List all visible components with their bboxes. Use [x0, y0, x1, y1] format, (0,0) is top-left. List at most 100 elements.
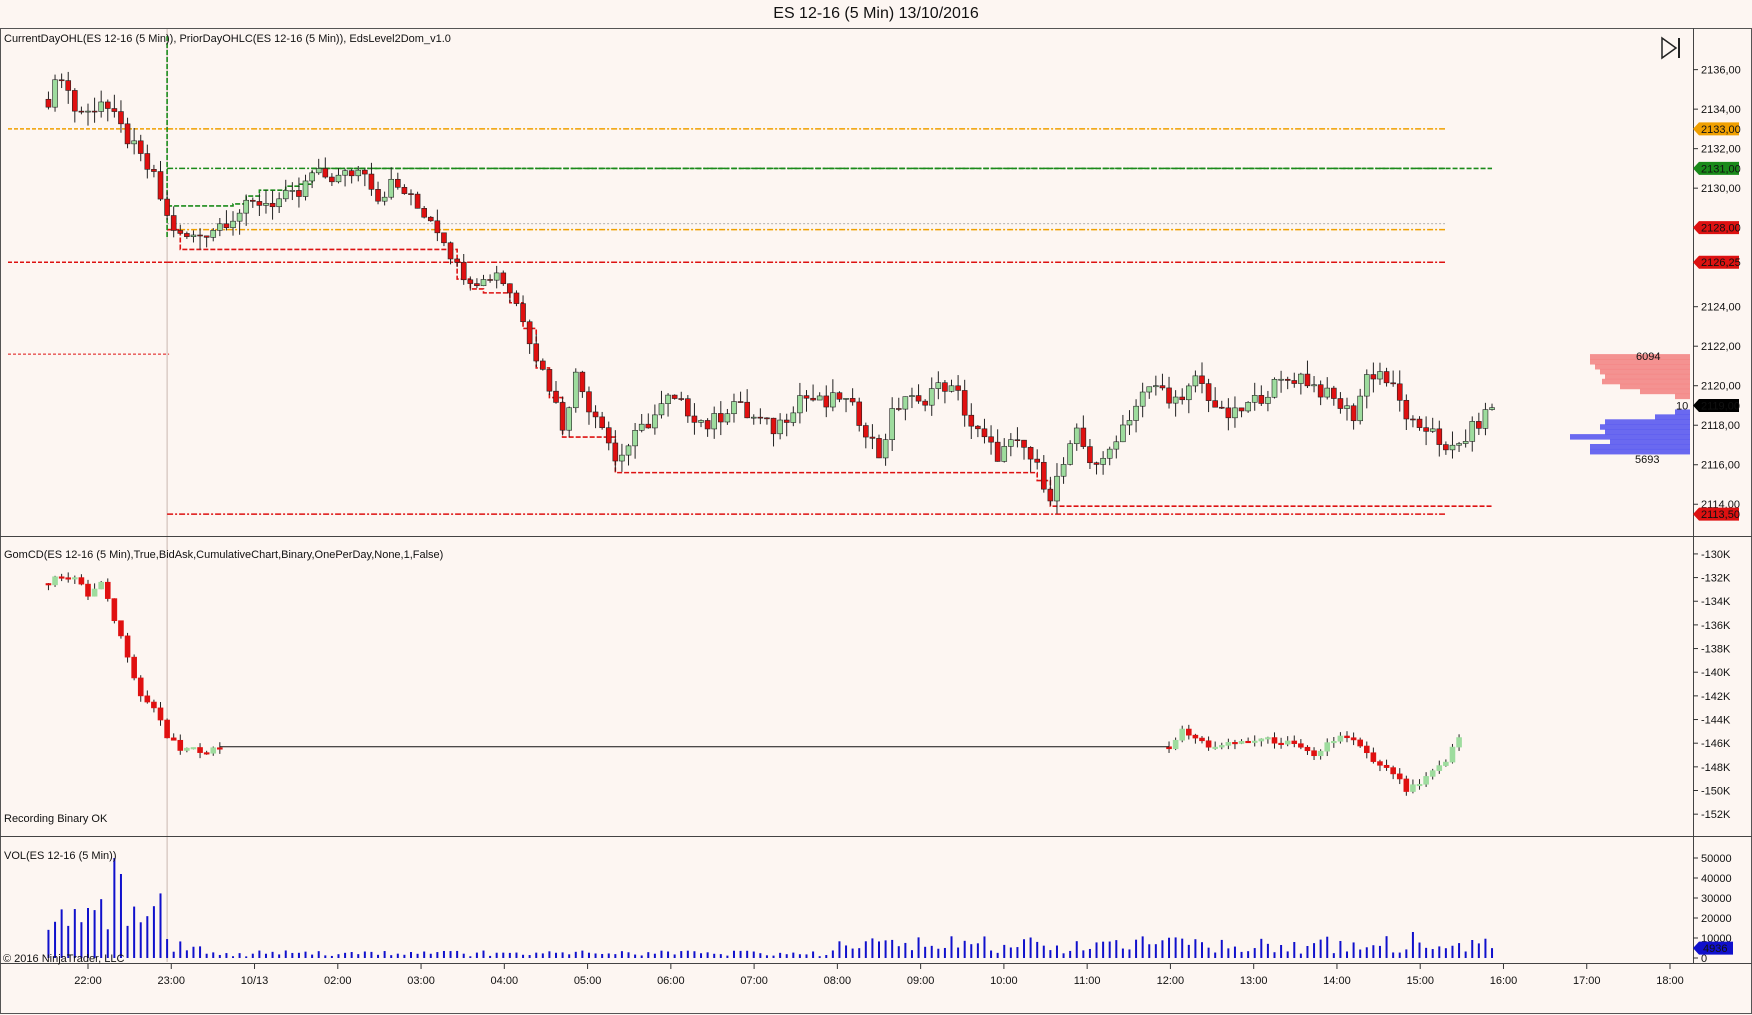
volume-bar [1332, 953, 1335, 958]
price-candle [348, 170, 355, 177]
volume-bar [1135, 939, 1138, 958]
price-candle [770, 417, 777, 435]
volume-bar [653, 953, 656, 958]
price-candle [553, 390, 559, 403]
cd-tick-label: -152K [1701, 809, 1731, 821]
cd-candle [1291, 740, 1298, 744]
price-candle [1034, 458, 1040, 463]
price-candle [322, 168, 329, 178]
volume-bar [620, 951, 623, 958]
x-tick-label: 02:00 [324, 975, 352, 987]
volume-bar [1233, 946, 1236, 958]
cd-candle [177, 739, 184, 751]
price-candle [863, 425, 869, 438]
price-candle [559, 402, 566, 431]
volume-bar [1227, 948, 1230, 958]
cd-candle [1357, 739, 1363, 747]
volume-bar [436, 952, 439, 958]
cd-candle [170, 737, 177, 741]
cd-candle [184, 747, 190, 751]
volume-bar [1444, 948, 1447, 958]
volume-bar [489, 955, 492, 958]
price-candle [58, 79, 65, 82]
price-candle [1008, 439, 1014, 447]
volume-bar [917, 937, 920, 958]
volume-bar [1036, 941, 1039, 958]
volume-bar [680, 951, 683, 958]
volume-bar [166, 939, 169, 958]
price-candle [1456, 443, 1462, 446]
cd-candle [111, 598, 118, 622]
cd-candle [58, 576, 65, 579]
volume-bar [732, 950, 735, 958]
cumulative-delta-candles [45, 572, 1462, 796]
chart-canvas[interactable]: 6094 5693 10 22:00 23:00 10/13 02:00 03:00 04:0… [0, 0, 1752, 1015]
volume-bar [1082, 950, 1085, 958]
cd-tick-label: -140K [1701, 667, 1731, 679]
price-candle [441, 232, 447, 244]
volume-bar [976, 943, 979, 958]
price-candle [1476, 421, 1482, 429]
price-candle [678, 398, 685, 400]
price-candle [816, 395, 823, 401]
cd-candle [78, 577, 85, 585]
price-candle [869, 436, 876, 439]
cd-candle [1212, 746, 1218, 749]
dom-bid-bar [1605, 429, 1690, 435]
volume-bar [1062, 953, 1065, 958]
price-candle [197, 234, 203, 237]
price-candle [1166, 387, 1172, 404]
cd-candle [85, 583, 91, 597]
volume-bar [568, 954, 571, 958]
volume-bar [1372, 945, 1375, 958]
price-candle [289, 190, 296, 192]
vol-tick-label: 40000 [1701, 873, 1732, 885]
price-candle [1232, 407, 1238, 419]
price-candle [164, 198, 170, 216]
volume-bar [878, 941, 880, 958]
price-candle [217, 223, 223, 231]
cd-candle [1443, 761, 1449, 766]
price-candle [329, 176, 335, 183]
volume-bar [647, 952, 650, 958]
price-candle [566, 407, 572, 431]
price-candle [685, 398, 691, 417]
price-candle [421, 208, 427, 218]
cd-candle [1284, 740, 1291, 745]
volume-bar [390, 955, 393, 958]
volume-bar [937, 948, 940, 958]
volume-bar [871, 938, 874, 958]
cd-candle [1377, 761, 1383, 766]
volume-bar [858, 948, 861, 958]
price-candle [395, 178, 401, 188]
price-candle [803, 395, 810, 399]
price-candle [1482, 409, 1489, 429]
volume-bar [357, 954, 360, 958]
price-candle [586, 391, 592, 413]
price-candle [230, 220, 236, 228]
dom-ask-bar [1602, 378, 1690, 385]
price-candle [302, 180, 309, 197]
volume-bar [1161, 940, 1164, 958]
volume-bar [1260, 938, 1263, 958]
price-candle [876, 438, 882, 459]
cd-tick-label: -136K [1701, 620, 1731, 632]
price-candle [572, 371, 579, 409]
price-candle [1383, 371, 1390, 384]
cd-tick-label: -130K [1701, 549, 1731, 561]
price-candle [625, 445, 632, 456]
volume-bar [1286, 951, 1289, 958]
price-candle [1410, 418, 1416, 421]
price-candle [1370, 374, 1377, 380]
volume-bar [146, 916, 149, 958]
dom-bid-bar [1590, 443, 1690, 450]
volume-bar [1451, 945, 1454, 958]
volume-bar [416, 953, 419, 958]
cd-candle [144, 695, 151, 703]
price-candle [797, 395, 803, 414]
volume-bar [1319, 939, 1322, 958]
price-candle [711, 413, 718, 430]
dom-ask-bar [1600, 368, 1690, 375]
price-candle [401, 187, 408, 194]
vol-tick-label: 20000 [1701, 913, 1732, 925]
